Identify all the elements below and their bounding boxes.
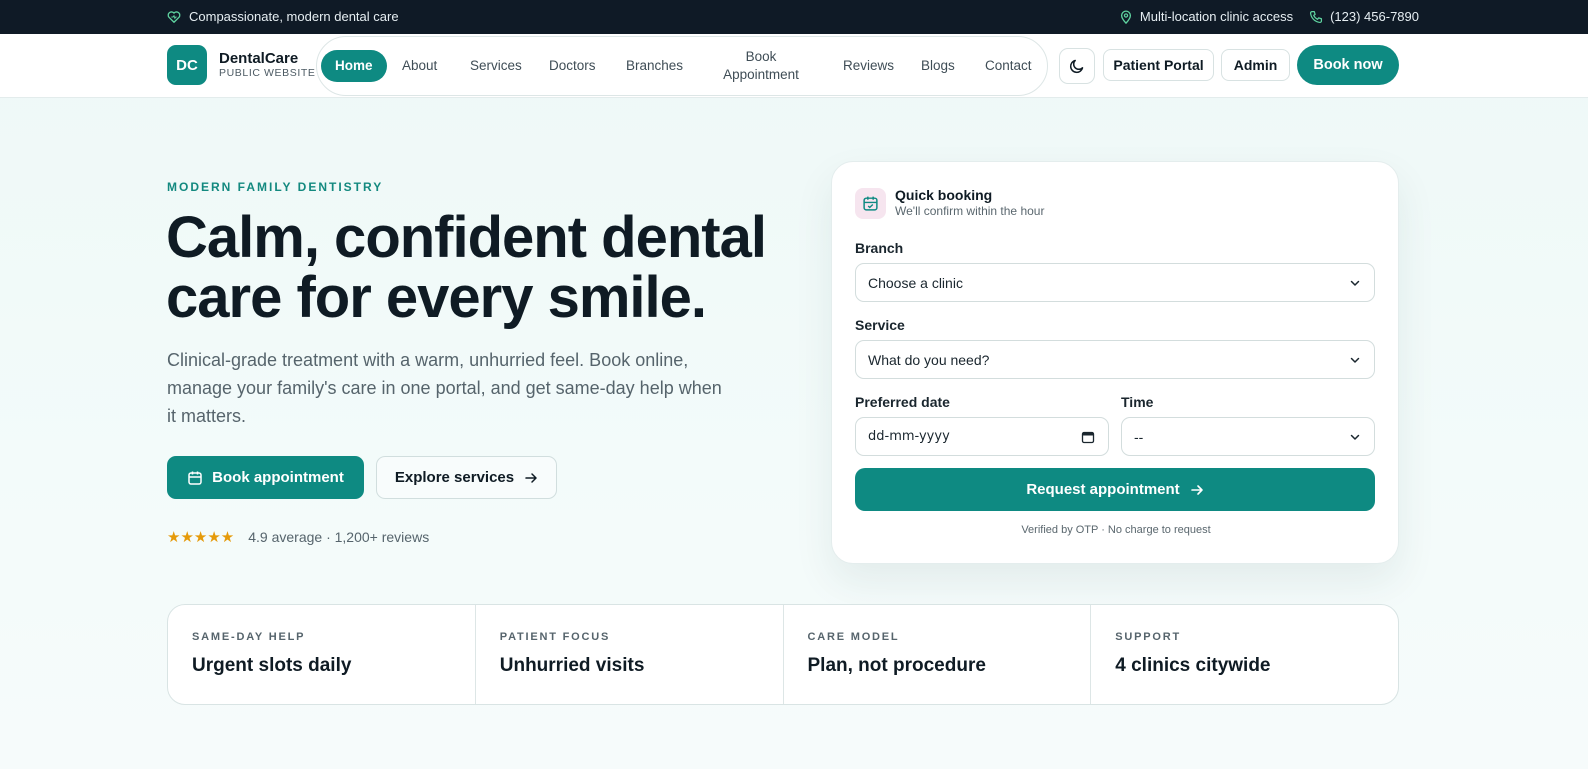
tagline-text: Compassionate, modern dental care	[189, 9, 399, 24]
logo[interactable]: DC DentalCare PUBLIC WEBSITE	[167, 45, 316, 85]
stat-label: CARE MODEL	[807, 631, 900, 643]
nav-book-line2: Appointment	[723, 67, 799, 82]
calendar-check-icon	[855, 187, 886, 219]
main-nav: Home About Services Doctors Branches Boo…	[316, 36, 1048, 96]
rating-text: 4.9 average · 1,200+ reviews	[248, 529, 430, 545]
nav-doctors[interactable]: Doctors	[549, 57, 596, 75]
hero-eyebrow: MODERN FAMILY DENTISTRY	[167, 180, 384, 194]
stat-value: Unhurried visits	[499, 655, 645, 676]
stat-label: SUPPORT	[1115, 631, 1182, 643]
explore-services-button[interactable]: Explore services	[376, 456, 557, 499]
card-header: Quick booking We'll confirm within the h…	[855, 187, 1044, 219]
hero-title: Calm, confident dental care for every sm…	[166, 205, 767, 330]
phone-icon	[1310, 10, 1323, 23]
nav-reviews[interactable]: Reviews	[843, 57, 894, 75]
locations-info[interactable]: Multi-location clinic access	[1119, 9, 1293, 24]
book-appointment-label: Book appointment	[212, 469, 344, 486]
stat-item: SAME-DAY HELP Urgent slots daily	[168, 605, 476, 704]
branch-select[interactable]: Choose a clinic	[855, 263, 1375, 302]
stat-value: Plan, not procedure	[807, 655, 986, 676]
moon-icon	[1069, 59, 1084, 74]
time-select[interactable]: --	[1121, 417, 1375, 456]
service-select[interactable]: What do you need?	[855, 340, 1375, 379]
service-select-value: What do you need?	[868, 351, 990, 368]
theme-toggle-button[interactable]	[1059, 48, 1095, 84]
nav-blogs[interactable]: Blogs	[921, 57, 955, 75]
tagline: Compassionate, modern dental care	[167, 9, 399, 24]
date-input[interactable]: dd-mm-yyyy	[855, 417, 1109, 456]
calendar-icon[interactable]	[1081, 430, 1095, 444]
nav-book-line1: Book	[745, 49, 777, 64]
branch-label: Branch	[855, 240, 904, 256]
card-title: Quick booking	[895, 187, 993, 203]
top-info-bar: Compassionate, modern dental care Multi-…	[0, 0, 1588, 34]
branch-select-value: Choose a clinic	[868, 274, 963, 291]
rating-summary: ★★★★★ 4.9 average · 1,200+ reviews	[167, 528, 429, 546]
heart-icon	[167, 10, 181, 23]
request-appointment-label: Request appointment	[1026, 481, 1180, 498]
arrow-right-icon	[1190, 484, 1203, 495]
locations-text: Multi-location clinic access	[1139, 9, 1294, 24]
card-footnote: Verified by OTP · No charge to request	[1021, 524, 1211, 536]
stat-value: 4 clinics citywide	[1115, 655, 1271, 676]
brand-name: DentalCare	[219, 50, 299, 67]
time-label: Time	[1121, 394, 1154, 410]
phone-link[interactable]: (123) 456-7890	[1309, 9, 1419, 24]
map-pin-icon	[1120, 9, 1131, 24]
book-now-button[interactable]: Book now	[1297, 45, 1399, 85]
stats-strip: SAME-DAY HELP Urgent slots daily PATIENT…	[167, 604, 1399, 705]
brand-subtitle: PUBLIC WEBSITE	[219, 67, 316, 79]
nav-services[interactable]: Services	[470, 57, 522, 75]
patient-portal-button[interactable]: Patient Portal	[1103, 49, 1214, 81]
service-label: Service	[855, 317, 905, 333]
stat-value: Urgent slots daily	[192, 655, 352, 676]
quick-booking-card: Quick booking We'll confirm within the h…	[831, 161, 1399, 564]
request-appointment-button[interactable]: Request appointment	[855, 468, 1375, 511]
card-subtitle: We'll confirm within the hour	[895, 204, 1045, 218]
nav-book-appointment[interactable]: Book Appointment	[711, 48, 811, 84]
site-header: DC DentalCare PUBLIC WEBSITE Home About …	[0, 34, 1588, 98]
chevron-down-icon	[1350, 280, 1360, 286]
arrow-right-icon	[525, 472, 537, 483]
stat-item: CARE MODEL Plan, not procedure	[784, 605, 1092, 704]
explore-services-label: Explore services	[394, 469, 515, 486]
calendar-icon	[188, 471, 202, 485]
chevron-down-icon	[1350, 357, 1360, 363]
nav-contact[interactable]: Contact	[985, 57, 1032, 75]
stat-label: PATIENT FOCUS	[499, 631, 611, 643]
stat-label: SAME-DAY HELP	[192, 631, 306, 643]
nav-about[interactable]: About	[402, 57, 437, 75]
nav-branches[interactable]: Branches	[626, 57, 683, 75]
nav-home[interactable]: Home	[321, 50, 387, 82]
date-label: Preferred date	[855, 394, 950, 410]
logo-badge: DC	[167, 45, 207, 85]
admin-button[interactable]: Admin	[1221, 49, 1290, 81]
stat-item: SUPPORT 4 clinics citywide	[1091, 605, 1398, 704]
time-select-value: --	[1134, 428, 1144, 445]
star-rating-icon: ★★★★★	[167, 529, 235, 546]
chevron-down-icon	[1350, 434, 1360, 440]
phone-text: (123) 456-7890	[1330, 9, 1419, 24]
book-appointment-button[interactable]: Book appointment	[167, 456, 364, 499]
stat-item: PATIENT FOCUS Unhurried visits	[476, 605, 784, 704]
hero-subtitle: Clinical-grade treatment with a warm, un…	[167, 350, 722, 426]
date-input-value: dd-mm-yyyy	[868, 429, 950, 444]
